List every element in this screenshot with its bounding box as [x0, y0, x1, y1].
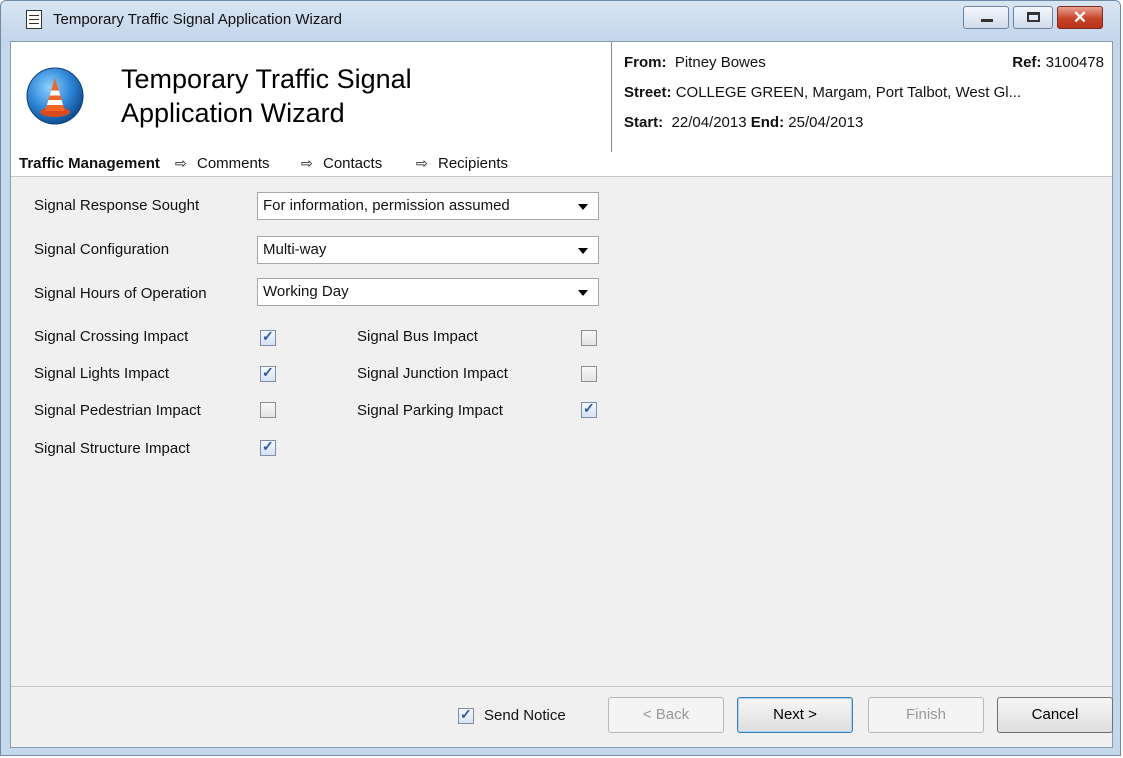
ref-line: Ref: 3100478: [1012, 54, 1104, 71]
checkmark-icon: ✓: [460, 706, 472, 722]
pedestrian-impact-checkbox[interactable]: [260, 402, 276, 418]
junction-impact-label: Signal Junction Impact: [357, 365, 508, 382]
response-value: For information, permission assumed: [263, 197, 510, 214]
junction-impact-checkbox[interactable]: [581, 366, 597, 382]
wizard-client-area: Temporary Traffic Signal Application Wiz…: [10, 41, 1113, 748]
structure-impact-checkbox[interactable]: ✓: [260, 438, 276, 456]
minimize-icon: [981, 19, 993, 22]
hours-label: Signal Hours of Operation: [34, 285, 207, 302]
step-traffic-management[interactable]: Traffic Management: [19, 155, 160, 172]
wizard-footer: ✓ Send Notice < Back Next > Finish Cance…: [11, 686, 1113, 747]
checkmark-icon: ✓: [262, 364, 274, 380]
dates-line: Start: 22/04/2013 End: 25/04/2013: [624, 114, 863, 131]
response-dropdown[interactable]: For information, permission assumed: [257, 192, 599, 220]
finish-button[interactable]: Finish: [868, 697, 984, 733]
close-icon: ✕: [1072, 8, 1088, 27]
from-value: Pitney Bowes: [674, 54, 766, 71]
chevron-down-icon[interactable]: [578, 290, 588, 296]
chevron-down-icon[interactable]: [578, 248, 588, 254]
step-recipients[interactable]: Recipients: [438, 155, 508, 172]
street-line: Street: COLLEGE GREEN, Margam, Port Talb…: [624, 84, 1021, 101]
parking-impact-checkbox[interactable]: ✓: [581, 400, 597, 418]
next-button[interactable]: Next >: [737, 697, 853, 733]
send-notice-checkbox[interactable]: ✓: [458, 706, 474, 724]
wizard-title-line1: Temporary Traffic Signal: [121, 64, 412, 94]
step-comments[interactable]: Comments: [197, 155, 270, 172]
crossing-impact-checkbox[interactable]: ✓: [260, 328, 276, 346]
street-value: COLLEGE GREEN, Margam, Port Talbot, West…: [675, 84, 1022, 101]
wizard-steps: Traffic Management ⇨ Comments ⇨ Contacts…: [11, 152, 1112, 177]
hours-dropdown[interactable]: Working Day: [257, 278, 599, 306]
structure-impact-label: Signal Structure Impact: [34, 440, 190, 457]
parking-impact-label: Signal Parking Impact: [357, 402, 503, 419]
step-arrow-icon: ⇨: [175, 155, 187, 171]
checkmark-icon: ✓: [262, 328, 274, 344]
ref-value: 3100478: [1045, 54, 1104, 71]
ref-label: Ref:: [1012, 54, 1042, 71]
notice-info-panel: From: Pitney Bowes Ref: 3100478 Street: …: [611, 42, 1112, 152]
hours-value: Working Day: [263, 283, 349, 300]
from-line: From: Pitney Bowes: [624, 54, 766, 71]
start-label: Start:: [624, 114, 664, 131]
end-label: End:: [750, 114, 785, 131]
configuration-dropdown[interactable]: Multi-way: [257, 236, 599, 264]
maximize-icon: [1027, 12, 1040, 22]
response-label: Signal Response Sought: [34, 197, 200, 214]
send-notice-label[interactable]: Send Notice: [484, 707, 566, 724]
street-label: Street:: [624, 84, 672, 101]
lights-impact-label: Signal Lights Impact: [34, 365, 170, 382]
checkmark-icon: ✓: [262, 438, 274, 454]
wizard-title-line2: Application Wizard: [121, 98, 345, 128]
traffic-cone-icon: [26, 67, 84, 125]
title-bar[interactable]: Temporary Traffic Signal Application Wiz…: [1, 1, 1120, 41]
configuration-label: Signal Configuration: [34, 241, 170, 258]
bus-impact-checkbox[interactable]: [581, 330, 597, 346]
minimize-button[interactable]: [963, 6, 1009, 29]
lights-impact-checkbox[interactable]: ✓: [260, 364, 276, 382]
document-icon[interactable]: [26, 10, 42, 29]
step-arrow-icon: ⇨: [301, 155, 313, 171]
back-button[interactable]: < Back: [608, 697, 724, 733]
pedestrian-impact-label: Signal Pedestrian Impact: [34, 402, 201, 419]
wizard-title: Temporary Traffic Signal Application Wiz…: [121, 62, 412, 130]
checkmark-icon: ✓: [583, 400, 595, 416]
bus-impact-label: Signal Bus Impact: [357, 328, 478, 345]
end-value: 25/04/2013: [788, 114, 864, 131]
configuration-value: Multi-way: [263, 241, 327, 258]
step-contacts[interactable]: Contacts: [323, 155, 382, 172]
window-title: Temporary Traffic Signal Application Wiz…: [53, 11, 343, 28]
close-button[interactable]: ✕: [1057, 6, 1103, 29]
cancel-button[interactable]: Cancel: [997, 697, 1113, 733]
chevron-down-icon[interactable]: [578, 204, 588, 210]
maximize-button[interactable]: [1013, 6, 1053, 29]
wizard-header: Temporary Traffic Signal Application Wiz…: [11, 42, 1112, 152]
start-value: 22/04/2013: [671, 114, 747, 131]
wizard-window: Temporary Traffic Signal Application Wiz…: [0, 0, 1121, 756]
from-label: From:: [624, 54, 667, 71]
step-arrow-icon: ⇨: [416, 155, 428, 171]
crossing-impact-label: Signal Crossing Impact: [34, 328, 189, 345]
